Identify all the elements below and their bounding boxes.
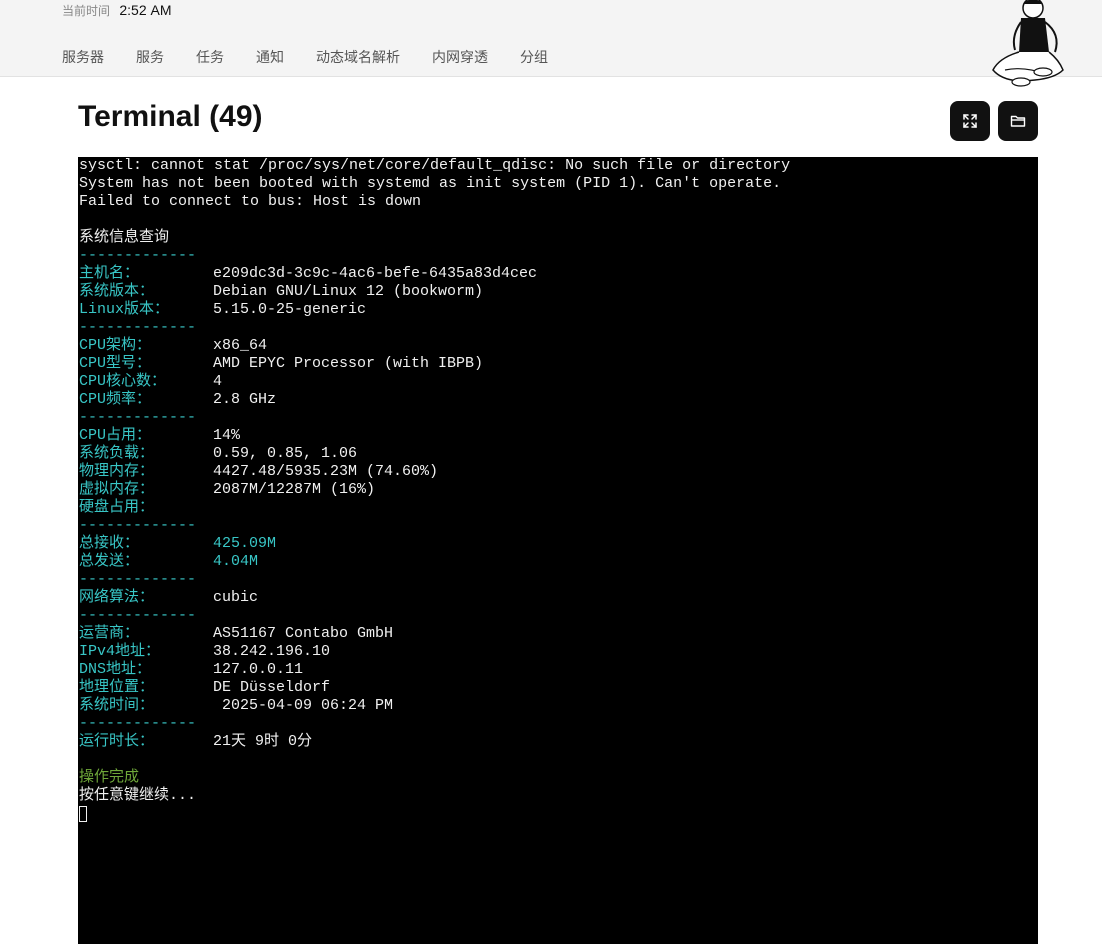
info-value: 0.59, 0.85, 1.06: [213, 445, 358, 462]
info-row-isp: 运营商： AS51167 Contabo GmbH: [78, 625, 1038, 643]
info-row-kernel: Linux版本： 5.15.0-25-generic: [78, 301, 1038, 319]
info-value: 21天 9时 0分: [213, 733, 313, 750]
info-label: CPU架构：: [79, 337, 152, 354]
info-label: 运行时长：: [79, 733, 155, 750]
nav-item-tasks[interactable]: 任务: [196, 47, 224, 67]
terminal-separator: -------------: [79, 517, 197, 534]
info-label: 主机名：: [79, 265, 140, 282]
terminal-cursor: [79, 806, 87, 822]
info-label: CPU核心数：: [79, 373, 167, 390]
info-value: cubic: [213, 589, 259, 606]
info-value: AMD EPYC Processor (with IBPB): [213, 355, 484, 372]
info-row-cpu-cores: CPU核心数： 4: [78, 373, 1038, 391]
terminal-separator: -------------: [79, 319, 197, 336]
info-row-host: 主机名： e209dc3d-3c9c-4ac6-befe-6435a83d4cec: [78, 265, 1038, 283]
info-row-uptime: 运行时长： 21天 9时 0分: [78, 733, 1038, 751]
terminal-line: System has not been booted with systemd …: [79, 175, 782, 192]
info-value: 14%: [213, 427, 241, 444]
info-row-load: 系统负载： 0.59, 0.85, 1.06: [78, 445, 1038, 463]
info-label: 地理位置：: [79, 679, 155, 696]
info-row-cpu-model: CPU型号： AMD EPYC Processor (with IBPB): [78, 355, 1038, 373]
info-value: 4427.48/5935.23M (74.60%): [213, 463, 439, 480]
info-label: 虚拟内存：: [79, 481, 155, 498]
folder-icon: [1010, 115, 1026, 127]
info-value: 2.8 GHz: [213, 391, 277, 408]
info-row-disk: 硬盘占用：: [78, 499, 1038, 517]
info-label: 运营商：: [79, 625, 140, 642]
current-time-label: 当前时间: [62, 4, 111, 18]
fullscreen-icon: [963, 114, 977, 128]
fullscreen-button[interactable]: [950, 101, 990, 141]
info-label: DNS地址：: [79, 661, 152, 678]
info-row-tx: 总发送： 4.04M: [78, 553, 1038, 571]
info-value: x86_64: [213, 337, 268, 354]
info-value: 127.0.0.11: [213, 661, 304, 678]
terminal-separator: -------------: [79, 571, 197, 588]
info-label: CPU型号：: [79, 355, 152, 372]
info-label: 总发送：: [79, 553, 140, 570]
info-row-memory: 物理内存： 4427.48/5935.23M (74.60%): [78, 463, 1038, 481]
info-row-systime: 系统时间： 2025-04-09 06:24 PM: [78, 697, 1038, 715]
info-row-rx: 总接收： 425.09M: [78, 535, 1038, 553]
mascot-illustration: [992, 0, 1064, 87]
info-label: 网络算法：: [79, 589, 155, 606]
current-time: 当前时间 2:52 AM: [62, 2, 172, 19]
terminal-separator: -------------: [79, 247, 197, 264]
info-value: 38.242.196.10: [213, 643, 331, 660]
info-value: AS51167 Contabo GmbH: [213, 625, 394, 642]
cursor-line: [78, 805, 1038, 823]
info-label: CPU占用：: [79, 427, 152, 444]
terminal-line: Failed to connect to bus: Host is down: [79, 193, 422, 210]
info-value: 425.09M: [213, 535, 277, 552]
operation-complete-message: 操作完成: [79, 769, 140, 786]
info-row-cpu-arch: CPU架构： x86_64: [78, 337, 1038, 355]
info-label: IPv4地址：: [79, 643, 161, 660]
info-label: 物理内存：: [79, 463, 155, 480]
info-label: CPU频率：: [79, 391, 152, 408]
info-row-os: 系统版本： Debian GNU/Linux 12 (bookworm): [78, 283, 1038, 301]
info-row-dns: DNS地址： 127.0.0.11: [78, 661, 1038, 679]
info-row-cpu-freq: CPU频率： 2.8 GHz: [78, 391, 1038, 409]
terminal-line: sysctl: cannot stat /proc/sys/net/core/d…: [79, 157, 791, 174]
top-bar: 当前时间 2:52 AM 服务器 服务 任务 通知 动态域名解析 内网穿透 分组: [0, 0, 1102, 87]
info-value: DE Düsseldorf: [213, 679, 331, 696]
nav-item-nat[interactable]: 内网穿透: [432, 47, 488, 67]
terminal-heading: 系统信息查询: [79, 229, 170, 246]
terminal-separator: -------------: [79, 409, 197, 426]
info-row-swap: 虚拟内存： 2087M/12287M (16%): [78, 481, 1038, 499]
terminal-separator: -------------: [79, 715, 197, 732]
info-label: 硬盘占用：: [79, 499, 155, 516]
info-label: 系统版本：: [79, 283, 155, 300]
info-row-cpu-usage: CPU占用： 14%: [78, 427, 1038, 445]
info-label: 系统时间：: [79, 697, 155, 714]
page-title: Terminal (49): [78, 100, 263, 133]
nav-item-ddns[interactable]: 动态域名解析: [316, 47, 400, 67]
info-row-ipv4: IPv4地址： 38.242.196.10: [78, 643, 1038, 661]
terminal-screen[interactable]: sysctl: cannot stat /proc/sys/net/core/d…: [78, 157, 1038, 944]
nav-item-groups[interactable]: 分组: [520, 47, 548, 67]
info-label: 系统负载：: [79, 445, 155, 462]
nav-item-services[interactable]: 服务: [136, 47, 164, 67]
terminal-separator: -------------: [79, 607, 197, 624]
info-row-congestion: 网络算法： cubic: [78, 589, 1038, 607]
info-label: 总接收：: [79, 535, 140, 552]
info-value: 5.15.0-25-generic: [213, 301, 367, 318]
main-nav: 服务器 服务 任务 通知 动态域名解析 内网穿透 分组: [62, 47, 580, 67]
info-value: e209dc3d-3c9c-4ac6-befe-6435a83d4cec: [213, 265, 538, 282]
info-row-geo: 地理位置： DE Düsseldorf: [78, 679, 1038, 697]
nav-item-servers[interactable]: 服务器: [62, 47, 104, 67]
nav-item-notifications[interactable]: 通知: [256, 47, 284, 67]
info-value: 2025-04-09 06:24 PM: [213, 697, 394, 714]
info-value: 2087M/12287M (16%): [213, 481, 376, 498]
info-label: Linux版本：: [79, 301, 170, 318]
info-value: 4.04M: [213, 553, 259, 570]
info-value: 4: [213, 373, 223, 390]
press-any-key-prompt: 按任意键继续...: [79, 787, 197, 804]
current-time-value: 2:52 AM: [119, 2, 172, 18]
file-manager-button[interactable]: [998, 101, 1038, 141]
info-value: Debian GNU/Linux 12 (bookworm): [213, 283, 484, 300]
